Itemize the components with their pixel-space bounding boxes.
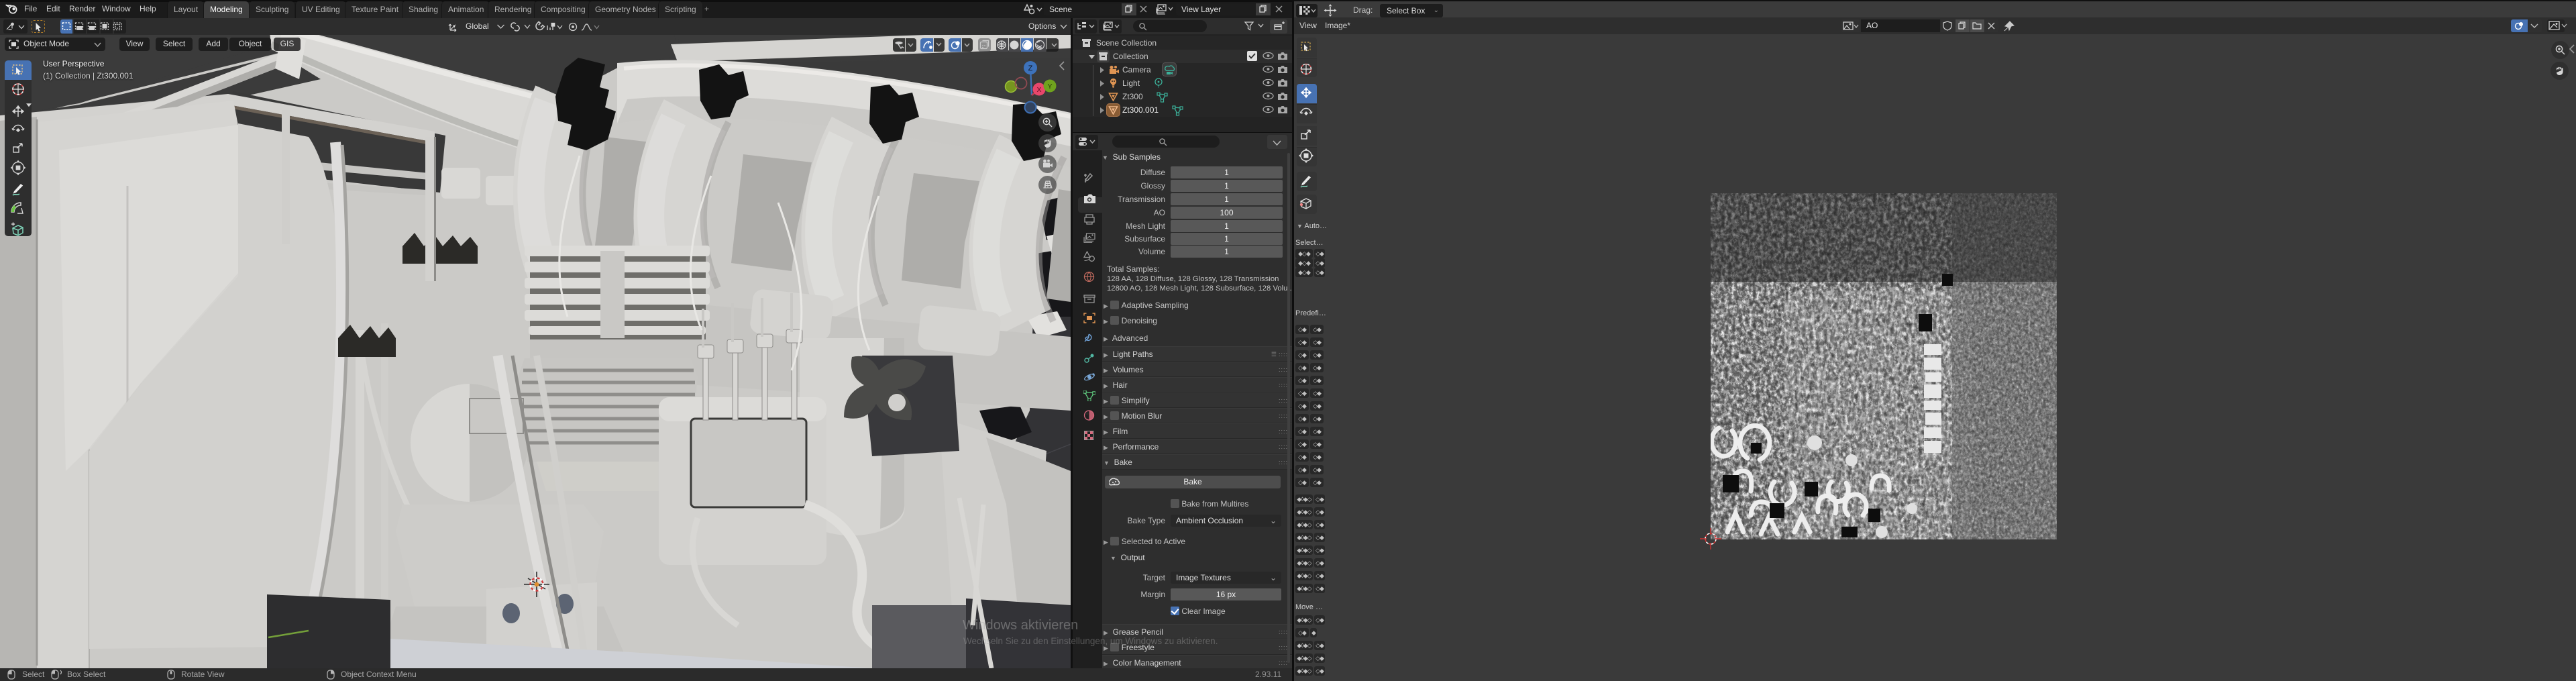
svg-text:Z: Z [1028, 64, 1033, 72]
svg-text:Y: Y [1047, 83, 1052, 91]
svg-text:X: X [1036, 86, 1041, 94]
